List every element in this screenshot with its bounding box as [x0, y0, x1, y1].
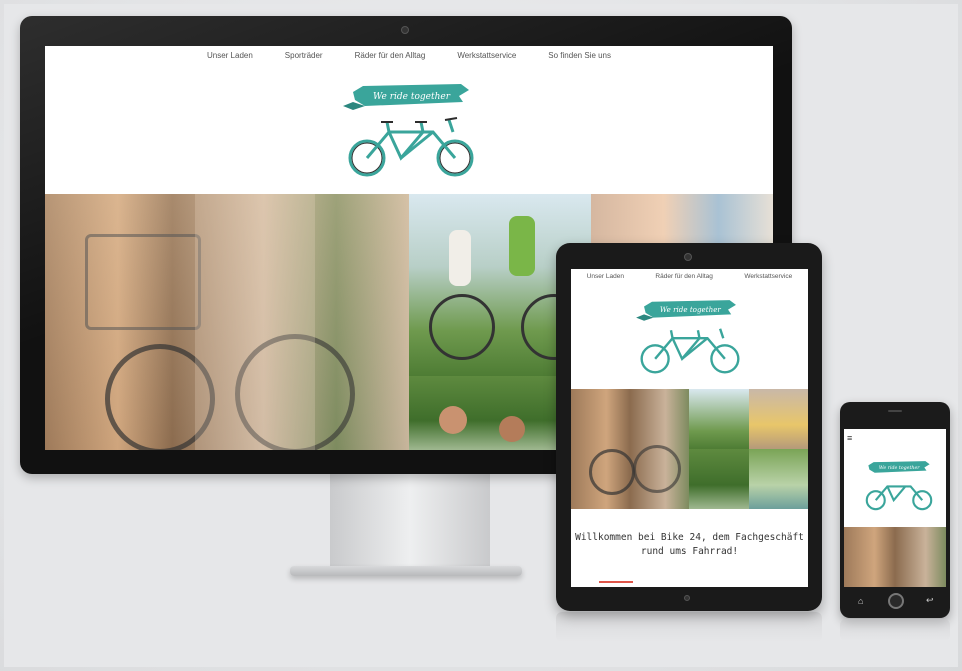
nav-item-alltag[interactable]: Räder für den Alltag: [655, 273, 712, 280]
tablet-screen: Unser Laden Räder für den Alltag Werksta…: [571, 269, 808, 587]
hamburger-icon[interactable]: ≡: [847, 433, 852, 443]
photo-girls-on-bikes: [571, 389, 689, 509]
nav-item-werkstatt[interactable]: Werkstattservice: [457, 51, 516, 60]
nav-item-alltag[interactable]: Räder für den Alltag: [355, 51, 426, 60]
nav-item-werkstatt[interactable]: Werkstattservice: [744, 273, 792, 280]
site-logo[interactable]: We ride together: [861, 459, 937, 515]
photo-girls-on-bikes: [45, 194, 409, 450]
logo-tagline: We ride together: [660, 305, 722, 314]
tablet-nav: Unser Laden Räder für den Alltag Werksta…: [571, 273, 808, 280]
phone-screen: ≡ We ride together: [844, 429, 946, 587]
logo-tagline: We ride together: [879, 465, 920, 471]
site-logo[interactable]: We ride together: [633, 297, 747, 381]
photo-yellow-bikes: [749, 389, 808, 449]
nav-item-unser-laden[interactable]: Unser Laden: [207, 51, 253, 60]
welcome-line-1: Willkommen bei Bike 24, dem Fachgeschäft: [575, 532, 804, 543]
phone-reflection: [840, 619, 950, 641]
camera-icon: [401, 26, 409, 34]
logo-tagline: We ride together: [373, 92, 451, 102]
accent-underline: [599, 581, 633, 583]
monitor-stand: [330, 474, 490, 569]
photo-couple-park: [749, 449, 808, 509]
tablet-camera-icon: [684, 253, 692, 261]
nav-item-sportraeder[interactable]: Sporträder: [285, 51, 323, 60]
phone-speaker: [888, 410, 902, 412]
welcome-text: Willkommen bei Bike 24, dem Fachgeschäft…: [571, 531, 808, 559]
tablet-home-button[interactable]: [684, 595, 690, 601]
site-logo[interactable]: We ride together: [341, 80, 481, 186]
photo-tandem-couple: [689, 389, 749, 449]
tablet-reflection: [556, 612, 822, 642]
nav-item-unser-laden[interactable]: Unser Laden: [587, 273, 624, 280]
home-button[interactable]: [888, 593, 904, 609]
home-icon[interactable]: ⌂: [858, 596, 863, 606]
nav-item-anfahrt[interactable]: So finden Sie uns: [548, 51, 611, 60]
phone-device: ≡ We ride together ⌂ ↩: [840, 402, 950, 618]
tablet-device: Unser Laden Räder für den Alltag Werksta…: [556, 243, 822, 611]
photo-girls-on-bikes: [844, 527, 946, 587]
welcome-line-2: rund ums Fahrrad!: [640, 546, 739, 557]
photo-happy-couple: [689, 449, 749, 509]
desktop-nav: Unser Laden Sporträder Räder für den All…: [45, 51, 773, 60]
back-icon[interactable]: ↩: [926, 595, 934, 606]
monitor-base: [290, 566, 522, 576]
